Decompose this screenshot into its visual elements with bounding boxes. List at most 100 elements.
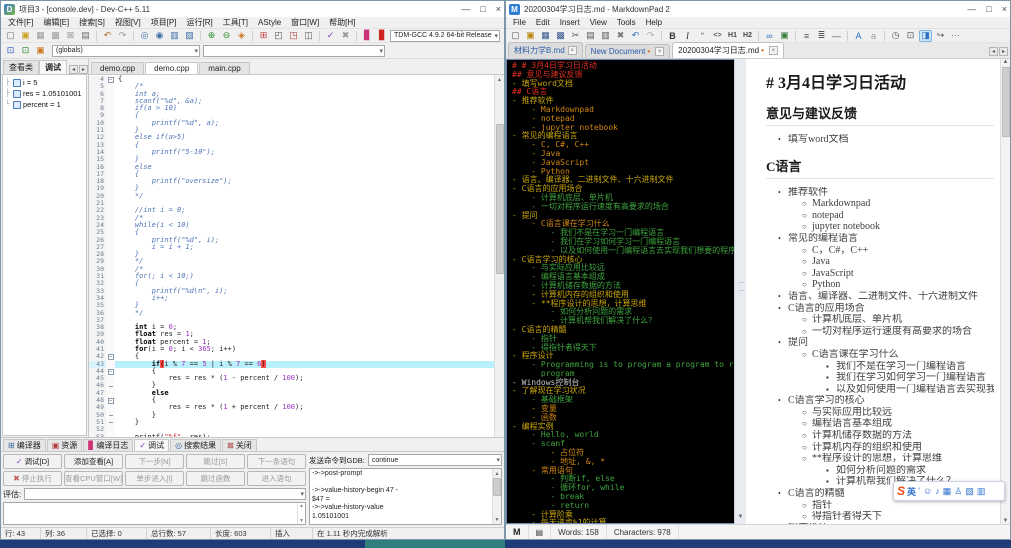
- redo-icon[interactable]: ↷: [644, 30, 657, 42]
- gdb-output-scrollbar[interactable]: ▲ ▼: [492, 469, 501, 524]
- markdownpad-menu-view[interactable]: View: [585, 18, 612, 27]
- timestamp-icon[interactable]: ◷: [889, 30, 902, 42]
- tab-search-results[interactable]: ◎搜索结果: [170, 439, 221, 451]
- fold-marker[interactable]: −: [106, 353, 115, 360]
- markdown-source-editor[interactable]: # # 3月4日学习日活动## 意见与建议反馈- 填写word文档## C语言-…: [506, 59, 734, 524]
- devcpp-menu-3[interactable]: 视图[V]: [110, 17, 146, 28]
- format-icon[interactable]: ⊡: [904, 30, 917, 42]
- evaluate-input[interactable]: ▾: [24, 488, 306, 500]
- watch-item[interactable]: ├i = 5: [5, 77, 86, 88]
- project-options-icon[interactable]: ⊞: [257, 30, 270, 42]
- devcpp-menu-8[interactable]: 窗口[W]: [286, 17, 324, 28]
- close-tab-icon[interactable]: ×: [769, 46, 778, 55]
- uppercase-icon[interactable]: A: [852, 30, 865, 42]
- overflow-icon[interactable]: ⋯: [949, 30, 962, 42]
- tab-debug[interactable]: ✓调试: [134, 439, 169, 451]
- code-line-16[interactable]: 16 else: [89, 164, 494, 171]
- markdownpad-minimize-button[interactable]: —: [967, 2, 976, 16]
- devcpp-menu-6[interactable]: 工具[T]: [218, 17, 253, 28]
- devcpp-menu-5[interactable]: 运行[R]: [181, 17, 217, 28]
- code-line-27[interactable]: 27 i = i + 1;: [89, 244, 494, 251]
- taskbar-item[interactable]: [365, 540, 505, 548]
- abort-icon[interactable]: ✖: [339, 30, 352, 42]
- paste-icon[interactable]: ▥: [599, 30, 612, 42]
- watch-item[interactable]: ├res = 1.05101001: [5, 88, 86, 99]
- sogou-logo-icon[interactable]: S: [897, 485, 905, 497]
- tab-compile-log[interactable]: ▊编译日志: [83, 439, 133, 451]
- editor-tab-1[interactable]: demo.cpp: [145, 62, 198, 74]
- close-tab-icon[interactable]: ×: [568, 46, 577, 55]
- fold-marker[interactable]: [106, 382, 115, 389]
- view-cpu-window-button[interactable]: 查看CPU窗口[W]: [64, 471, 123, 486]
- tab-resources[interactable]: ▣资源: [47, 439, 83, 451]
- emoji-icon[interactable]: ☺: [923, 487, 932, 496]
- bullet-list-icon[interactable]: ≡: [800, 30, 813, 42]
- code-line-28[interactable]: 28 }: [89, 251, 494, 258]
- code-line-10[interactable]: 10 printf("%d", a);: [89, 120, 494, 127]
- find-icon[interactable]: ◎: [138, 30, 151, 42]
- copy-icon[interactable]: ▤: [584, 30, 597, 42]
- watch-item[interactable]: └percent = 1: [5, 99, 86, 110]
- windows-taskbar[interactable]: [0, 540, 1011, 548]
- person-icon[interactable]: ♙: [954, 487, 962, 496]
- markdown-mode-indicator[interactable]: M: [506, 525, 529, 539]
- horizontal-rule-icon[interactable]: —: [830, 30, 843, 42]
- markdownpad-close-button[interactable]: ×: [1002, 2, 1007, 16]
- window-new-icon[interactable]: ◳: [287, 30, 300, 42]
- markdownpad-maximize-button[interactable]: □: [986, 2, 991, 16]
- undo-icon[interactable]: ↶: [101, 30, 114, 42]
- gdb-command-input[interactable]: continue ▾: [368, 454, 502, 466]
- tab-close[interactable]: ⊠关闭: [222, 439, 257, 451]
- save-as-icon[interactable]: ▩: [554, 30, 567, 42]
- delete-icon[interactable]: ✖: [614, 30, 627, 42]
- run-icon[interactable]: ⊖: [220, 30, 233, 42]
- scroll-down-icon[interactable]: ▼: [738, 514, 744, 524]
- code-line-36[interactable]: 36 */: [89, 310, 494, 317]
- code-line-51[interactable]: 51 }: [89, 419, 494, 426]
- open-icon[interactable]: ▣: [524, 30, 537, 42]
- heading2-icon[interactable]: H2: [741, 30, 754, 42]
- compile-current-icon[interactable]: ⊡: [4, 45, 17, 57]
- close-file-icon[interactable]: ⊠: [64, 30, 77, 42]
- markdownpad-menu-help[interactable]: Help: [641, 18, 667, 27]
- scrollbar-thumb[interactable]: [496, 124, 504, 274]
- code-line-35[interactable]: 35 }: [89, 302, 494, 309]
- evaluate-result-box[interactable]: ▲▼: [3, 502, 306, 525]
- markdown-source-line[interactable]: - 一切对程序运行速度有高要求的场合: [512, 203, 734, 212]
- goto-line-icon[interactable]: ▧: [183, 30, 196, 42]
- devcpp-maximize-button[interactable]: □: [480, 2, 485, 16]
- debug-button[interactable]: ✓调试[D]: [3, 454, 62, 469]
- devcpp-menu-4[interactable]: 项目[P]: [146, 17, 182, 28]
- preview-toggle-icon[interactable]: ◨: [919, 30, 932, 42]
- punctuation-icon[interactable]: ’: [918, 487, 920, 496]
- devcpp-menu-2[interactable]: 搜索[S]: [74, 17, 110, 28]
- undo-icon[interactable]: ↶: [629, 30, 642, 42]
- new-document-icon[interactable]: ▢: [509, 30, 522, 42]
- into-statement-button[interactable]: 进入语句: [247, 471, 306, 486]
- rebuild-icon[interactable]: ◈: [235, 30, 248, 42]
- code-line-20[interactable]: 20 */: [89, 193, 494, 200]
- compile-run-icon[interactable]: ▣: [34, 45, 47, 57]
- tab-scroll-right-icon[interactable]: ▸: [999, 47, 1008, 56]
- tab-compiler[interactable]: ⊞编译器: [3, 439, 46, 451]
- lowercase-icon[interactable]: a: [867, 30, 880, 42]
- syntax-check-icon[interactable]: ✓: [324, 30, 337, 42]
- skip-function-button[interactable]: 跳过函数: [186, 471, 245, 486]
- code-line-50[interactable]: 50 }: [89, 412, 494, 419]
- code-line-12[interactable]: 12 else if(a>5): [89, 134, 494, 141]
- sidebar-tabs-left-icon[interactable]: ◂: [69, 65, 78, 74]
- add-watch-button[interactable]: 添加查看[A]: [64, 454, 123, 469]
- fold-marker[interactable]: [106, 419, 115, 426]
- skip-button[interactable]: 跳过[S]: [186, 454, 245, 469]
- cut-icon[interactable]: ✂: [569, 30, 582, 42]
- toolbox-icon[interactable]: ▧: [965, 487, 974, 496]
- code-line-34[interactable]: 34 i++;: [89, 295, 494, 302]
- gdb-output-box[interactable]: ->->post-prompt ->->value-history-begin …: [309, 468, 502, 525]
- voice-icon[interactable]: ♪: [935, 487, 940, 496]
- window-icon[interactable]: ◰: [272, 30, 285, 42]
- compiler-select[interactable]: TDM-GCC 4.9.2 64-bit Release ▾: [390, 30, 500, 42]
- splitter-grip[interactable]: ⋮⋮: [737, 279, 745, 295]
- devcpp-menu-0[interactable]: 文件[F]: [3, 17, 38, 28]
- sidebar-tab-classes[interactable]: 查看类: [3, 60, 39, 74]
- preview-scrollbar[interactable]: ▲ ▼: [1000, 59, 1010, 524]
